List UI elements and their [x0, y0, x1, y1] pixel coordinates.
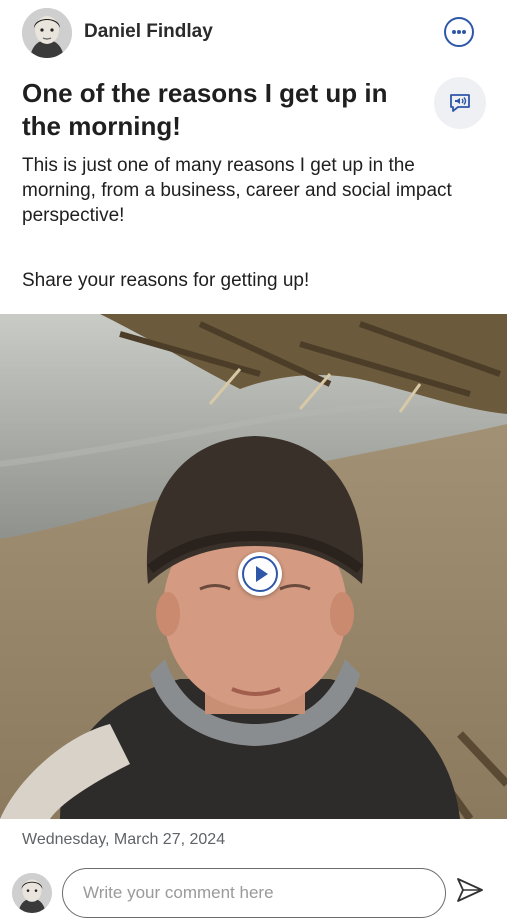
- author-avatar[interactable]: [22, 8, 72, 58]
- send-button[interactable]: [456, 877, 484, 903]
- post-header: Daniel Findlay: [0, 0, 507, 66]
- more-options-button[interactable]: [444, 17, 474, 47]
- post-title: One of the reasons I get up in the morni…: [22, 78, 388, 141]
- commenter-avatar: [12, 873, 52, 913]
- more-options-icon: [452, 30, 456, 34]
- send-icon: [457, 878, 483, 902]
- text-to-speech-icon: [450, 94, 470, 112]
- play-button[interactable]: [238, 552, 282, 596]
- post-body-prompt: Share your reasons for getting up!: [22, 270, 310, 291]
- comment-input[interactable]: [62, 868, 446, 918]
- author-name[interactable]: Daniel Findlay: [84, 21, 213, 43]
- post-body: This is just one of many reasons I get u…: [22, 155, 452, 226]
- post-date: Wednesday, March 27, 2024: [22, 831, 226, 848]
- listen-button[interactable]: [434, 77, 486, 129]
